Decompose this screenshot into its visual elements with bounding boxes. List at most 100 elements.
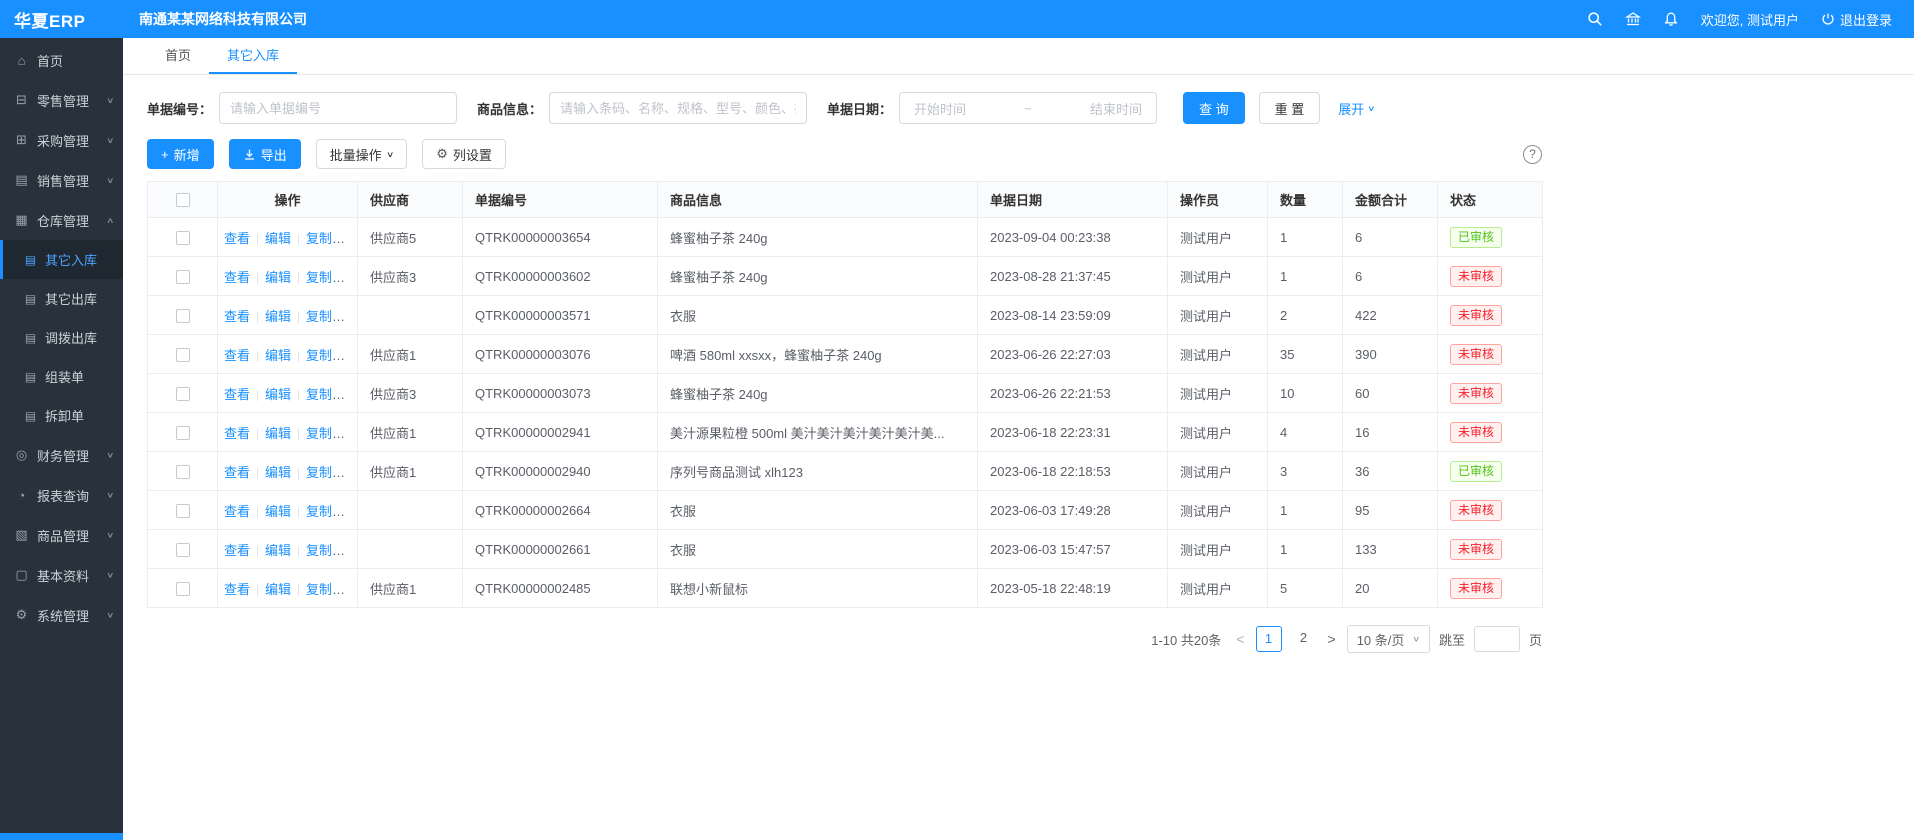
row-total: 6 bbox=[1343, 218, 1438, 257]
page-size-select[interactable]: 10 条/页 ∨ bbox=[1347, 625, 1430, 653]
row-action-copy[interactable]: 复制 bbox=[306, 543, 345, 558]
sidebar-item-other-inbound[interactable]: ▤ 其它入库 bbox=[0, 240, 123, 279]
expand-link[interactable]: 展开 ∨ bbox=[1338, 99, 1375, 118]
search-icon[interactable] bbox=[1587, 11, 1603, 27]
row-checkbox[interactable] bbox=[176, 582, 190, 596]
row-action-delete[interactable]: 删除 bbox=[347, 543, 357, 558]
sidebar-item-home[interactable]: ⌂ 首页 bbox=[0, 40, 123, 80]
row-checkbox[interactable] bbox=[176, 504, 190, 518]
row-action-delete[interactable]: 删除 bbox=[347, 426, 357, 441]
row-checkbox[interactable] bbox=[176, 348, 190, 362]
inbound-table: 操作 供应商 单据编号 商品信息 单据日期 操作员 数量 金额合计 状态 查看编… bbox=[147, 181, 1543, 608]
column-settings-button[interactable]: ⚙ 列设置 bbox=[422, 139, 506, 169]
bell-icon[interactable] bbox=[1663, 11, 1679, 27]
row-action-edit[interactable]: 编辑 bbox=[265, 270, 291, 285]
sidebar-item-retail[interactable]: ⊟ 零售管理 ∨ bbox=[0, 80, 123, 120]
tab-home[interactable]: 首页 bbox=[147, 38, 209, 74]
jump-page-input[interactable] bbox=[1474, 626, 1520, 652]
row-checkbox[interactable] bbox=[176, 309, 190, 323]
row-checkbox[interactable] bbox=[176, 426, 190, 440]
row-action-view[interactable]: 查看 bbox=[224, 309, 250, 324]
row-action-delete[interactable]: 删除 bbox=[347, 465, 357, 480]
sidebar-item-reports[interactable]: ◔ 报表查询 ∨ bbox=[0, 475, 123, 515]
row-checkbox[interactable] bbox=[176, 387, 190, 401]
sidebar-item-basic-data[interactable]: ▢ 基本资料 ∨ bbox=[0, 555, 123, 595]
sidebar-item-label: 系统管理 bbox=[37, 606, 89, 625]
row-action-copy[interactable]: 复制 bbox=[306, 582, 345, 597]
sidebar-item-sales[interactable]: ▤ 销售管理 ∨ bbox=[0, 160, 123, 200]
row-action-copy[interactable]: 复制 bbox=[306, 231, 345, 246]
row-action-edit[interactable]: 编辑 bbox=[265, 309, 291, 324]
row-action-view[interactable]: 查看 bbox=[224, 231, 250, 246]
row-action-view[interactable]: 查看 bbox=[224, 270, 250, 285]
row-action-copy[interactable]: 复制 bbox=[306, 465, 345, 480]
row-actions-cell: 查看编辑复制删除 bbox=[218, 374, 358, 413]
row-action-delete[interactable]: 删除 bbox=[347, 309, 357, 324]
add-button[interactable]: + 新增 bbox=[147, 139, 214, 169]
row-action-delete[interactable]: 删除 bbox=[347, 348, 357, 363]
row-action-edit[interactable]: 编辑 bbox=[265, 543, 291, 558]
status-badge: 未审核 bbox=[1450, 266, 1502, 287]
row-action-view[interactable]: 查看 bbox=[224, 426, 250, 441]
action-separator bbox=[298, 546, 299, 557]
row-action-view[interactable]: 查看 bbox=[224, 504, 250, 519]
select-all-checkbox[interactable] bbox=[176, 193, 190, 207]
row-action-edit[interactable]: 编辑 bbox=[265, 465, 291, 480]
row-action-edit[interactable]: 编辑 bbox=[265, 231, 291, 246]
row-action-edit[interactable]: 编辑 bbox=[265, 426, 291, 441]
row-action-view[interactable]: 查看 bbox=[224, 582, 250, 597]
sidebar-item-other-outbound[interactable]: ▤ 其它出库 bbox=[0, 279, 123, 318]
pagination-prev[interactable]: < bbox=[1234, 631, 1246, 647]
row-action-view[interactable]: 查看 bbox=[224, 387, 250, 402]
row-action-copy[interactable]: 复制 bbox=[306, 426, 345, 441]
row-date: 2023-06-18 22:18:53 bbox=[978, 452, 1168, 491]
row-action-edit[interactable]: 编辑 bbox=[265, 504, 291, 519]
row-action-edit[interactable]: 编辑 bbox=[265, 348, 291, 363]
tab-other-inbound[interactable]: 其它入库 bbox=[209, 38, 297, 74]
sidebar-item-purchase[interactable]: ⊞ 采购管理 ∨ bbox=[0, 120, 123, 160]
sidebar-item-disassembly[interactable]: ▤ 拆卸单 bbox=[0, 396, 123, 435]
reset-button[interactable]: 重 置 bbox=[1259, 92, 1321, 124]
row-action-view[interactable]: 查看 bbox=[224, 465, 250, 480]
sidebar-item-assembly[interactable]: ▤ 组装单 bbox=[0, 357, 123, 396]
row-action-copy[interactable]: 复制 bbox=[306, 504, 345, 519]
platform-icon[interactable] bbox=[1625, 11, 1641, 27]
sidebar-item-warehouse[interactable]: ▦ 仓库管理 ∧ bbox=[0, 200, 123, 240]
row-action-copy[interactable]: 复制 bbox=[306, 348, 345, 363]
row-action-edit[interactable]: 编辑 bbox=[265, 387, 291, 402]
logout-button[interactable]: 退出登录 bbox=[1821, 10, 1892, 29]
row-action-view[interactable]: 查看 bbox=[224, 348, 250, 363]
date-range-picker[interactable]: 开始时间 ~ 结束时间 bbox=[899, 92, 1157, 124]
row-action-delete[interactable]: 删除 bbox=[347, 582, 357, 597]
export-button[interactable]: 导出 bbox=[229, 139, 301, 169]
sidebar-item-goods[interactable]: ▧ 商品管理 ∨ bbox=[0, 515, 123, 555]
bill-no-input[interactable] bbox=[219, 92, 457, 124]
row-action-delete[interactable]: 删除 bbox=[347, 387, 357, 402]
help-icon[interactable]: ? bbox=[1523, 145, 1542, 164]
row-action-copy[interactable]: 复制 bbox=[306, 309, 345, 324]
batch-actions-button[interactable]: 批量操作 ∨ bbox=[316, 139, 408, 169]
sidebar-item-transfer-outbound[interactable]: ▤ 调拨出库 bbox=[0, 318, 123, 357]
row-action-copy[interactable]: 复制 bbox=[306, 387, 345, 402]
row-date: 2023-06-26 22:27:03 bbox=[978, 335, 1168, 374]
row-action-edit[interactable]: 编辑 bbox=[265, 582, 291, 597]
search-button[interactable]: 查 询 bbox=[1183, 92, 1245, 124]
goods-info-input[interactable] bbox=[549, 92, 807, 124]
sidebar-item-system[interactable]: ⚙ 系统管理 ∨ bbox=[0, 595, 123, 635]
row-action-delete[interactable]: 删除 bbox=[347, 504, 357, 519]
pagination-page-1[interactable]: 1 bbox=[1256, 626, 1282, 652]
pagination-next[interactable]: > bbox=[1326, 631, 1338, 647]
welcome-user-text[interactable]: 欢迎您, 测试用户 bbox=[1701, 10, 1799, 29]
row-action-delete[interactable]: 删除 bbox=[347, 270, 357, 285]
row-checkbox[interactable] bbox=[176, 465, 190, 479]
row-supplier: 供应商5 bbox=[358, 218, 463, 257]
row-action-view[interactable]: 查看 bbox=[224, 543, 250, 558]
pagination-page-2[interactable]: 2 bbox=[1291, 626, 1317, 652]
sidebar-item-finance[interactable]: ◎ 财务管理 ∨ bbox=[0, 435, 123, 475]
row-checkbox[interactable] bbox=[176, 231, 190, 245]
row-checkbox[interactable] bbox=[176, 543, 190, 557]
sidebar-collapse-bar[interactable] bbox=[0, 833, 123, 840]
row-action-delete[interactable]: 删除 bbox=[347, 231, 357, 246]
row-action-copy[interactable]: 复制 bbox=[306, 270, 345, 285]
row-checkbox[interactable] bbox=[176, 270, 190, 284]
